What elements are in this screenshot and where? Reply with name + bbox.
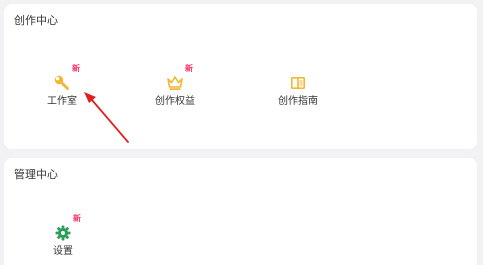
settings-item[interactable]: 新 设置 <box>28 214 98 264</box>
creator-guide-item[interactable]: 创作指南 <box>263 74 333 114</box>
wrench-icon <box>53 74 71 92</box>
new-badge: 新 <box>73 214 81 223</box>
settings-label: 设置 <box>53 246 73 257</box>
new-badge: 新 <box>185 64 193 73</box>
new-badge: 新 <box>72 64 80 73</box>
crown-icon <box>166 74 184 92</box>
creator-benefits-item[interactable]: 新 创作权益 <box>140 64 210 114</box>
book-icon <box>289 74 307 92</box>
gear-icon <box>54 224 72 242</box>
creator-guide-label: 创作指南 <box>278 96 318 107</box>
management-center-title: 管理中心 <box>14 168 58 181</box>
studio-label: 工作室 <box>47 96 77 107</box>
studio-item[interactable]: 新 工作室 <box>27 64 97 114</box>
creation-center-title: 创作中心 <box>14 14 58 27</box>
creator-benefits-label: 创作权益 <box>155 96 195 107</box>
